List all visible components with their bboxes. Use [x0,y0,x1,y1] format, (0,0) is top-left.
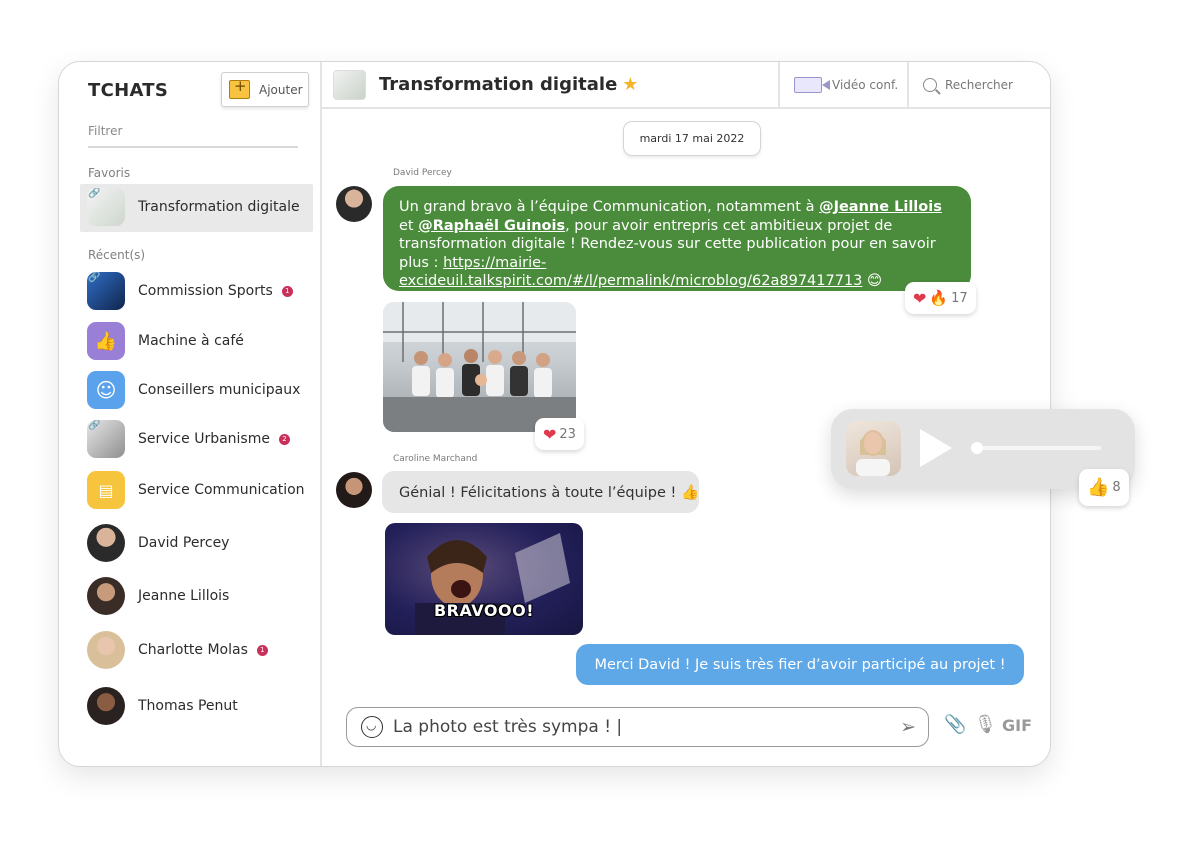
emoji-icon[interactable] [361,716,383,738]
link-icon: 🔗 [88,272,101,283]
permalink-link[interactable]: https://mairie-excideuil.talkspirit.com/… [399,255,862,290]
sidebar-item-jeanne-lillois[interactable]: Jeanne Lillois [87,577,229,615]
thumbs-up-icon: 👍 [1087,477,1110,498]
unread-badge: 1 [256,644,268,656]
avatar [87,631,125,669]
send-icon[interactable]: ➢ [900,716,916,738]
sidebar-item-label: Jeanne Lillois [138,588,230,604]
unread-badge: 2 [278,433,290,445]
reaction-pill[interactable]: ❤ 23 [535,418,584,450]
sidebar-item-label: Machine à café [138,333,244,349]
mention-link[interactable]: @Jeanne Lillois [819,199,942,215]
sidebar-item-david-percey[interactable]: David Percey [87,524,229,562]
sidebar-item-machine-a-cafe[interactable]: 👍 Machine à café [87,322,244,360]
conversation-header: Transformation digitale ★ Vidéo conf. Rec… [322,62,1050,109]
channel-thumbnail: 🔗 [87,188,125,226]
fire-icon: 🔥 [929,289,949,307]
sidebar-item-service-urbanisme[interactable]: 🔗 Service Urbanisme 2 [87,420,290,458]
team-photo-illustration [383,302,576,432]
sidebar-item-label: Service Urbanisme [138,431,270,447]
video-conference-label: Vidéo conf. [832,77,899,92]
video-camera-icon [794,76,822,93]
gif-caption: BRAVOOO! [433,601,534,620]
sidebar-item-label: Service Communication [138,482,305,498]
reaction-count: 23 [559,426,576,442]
heart-icon: ❤ [543,424,557,444]
search-icon [923,77,937,92]
channel-thumbnail [333,70,366,100]
avatar[interactable] [336,186,372,222]
favorites-section-label: Favoris [88,166,131,180]
message-sender: David Percey [393,168,452,178]
recent-section-label: Récent(s) [88,248,146,262]
gif-icon[interactable]: GIF [1002,716,1032,735]
video-conference-button[interactable]: Vidéo conf. [778,62,907,107]
reaction-count: 17 [951,290,968,306]
link-icon: 🔗 [88,188,101,199]
audio-progress-knob[interactable] [971,442,983,454]
reaction-pill[interactable]: 👍 8 [1079,469,1129,506]
sidebar-item-transformation-digitale[interactable]: 🔗 Transformation digitale [80,184,313,232]
sidebar-item-label: Charlotte Molas [138,642,248,658]
message-sender: Caroline Marchand [393,454,478,464]
heart-icon: ❤ [913,288,927,308]
sidebar: TCHATS Ajouter Filtrer Favoris 🔗 Transfo… [59,62,322,766]
filter-input[interactable]: Filtrer [88,124,298,148]
smile-emoji: 😊 [867,273,883,289]
conversation-title: Transformation digitale [379,74,618,95]
play-icon[interactable] [920,429,952,467]
sidebar-item-label: Thomas Penut [138,698,238,714]
reaction-count: 8 [1112,480,1121,495]
sidebar-item-label: Conseillers municipaux [138,382,301,398]
avatar [87,524,125,562]
paperclip-icon[interactable]: 📎 [944,714,966,735]
sidebar-item-thomas-penut[interactable]: Thomas Penut [87,687,238,725]
team-photo[interactable] [383,302,576,432]
sidebar-title: TCHATS [88,80,169,101]
add-chat-icon [229,77,250,99]
link-icon: 🔗 [88,420,101,431]
add-chat-label: Ajouter [259,82,303,97]
chat-bubble-icon: ▤ [87,471,125,509]
mention-link[interactable]: @Raphaël Guinois [418,218,565,234]
message-composer[interactable]: ➢ [346,707,929,747]
sidebar-item-conseillers-municipaux[interactable]: ☺ Conseillers municipaux [87,371,300,409]
audio-sender-avatar [846,421,901,476]
message-bubble: Génial ! Félicitations à toute l’équipe … [382,471,699,513]
sidebar-item-commission-sports[interactable]: 🔗 Commission Sports 1 [87,272,293,310]
sidebar-item-service-communication[interactable]: ▤ Service Communication [87,471,305,509]
channel-thumbnail: 🔗 [87,420,125,458]
search-button[interactable]: Rechercher [907,62,1050,107]
sidebar-item-charlotte-molas[interactable]: Charlotte Molas 1 [87,631,268,669]
star-icon[interactable]: ★ [622,74,638,95]
unread-badge: 1 [281,285,293,297]
reaction-pill[interactable]: ❤ 🔥 17 [905,282,976,314]
thumbs-up-icon: 👍 [87,322,125,360]
smiley-icon: ☺ [87,371,125,409]
message-input[interactable] [393,717,863,737]
avatar [87,577,125,615]
add-chat-button[interactable]: Ajouter [221,72,309,107]
avatar[interactable] [336,472,372,508]
avatar [87,687,125,725]
search-placeholder: Rechercher [945,77,1013,92]
date-separator: mardi 17 mai 2022 [623,121,761,156]
sidebar-item-label: Transformation digitale [138,199,300,215]
channel-thumbnail: 🔗 [87,272,125,310]
sidebar-item-label: David Percey [138,535,230,551]
message-bubble: Merci David ! Je suis très fier d’avoir … [576,644,1024,685]
audio-progress-track[interactable] [973,446,1101,450]
message-bubble: Un grand bravo à l’équipe Communication,… [383,186,971,291]
microphone-icon[interactable]: 🎙 [974,714,997,735]
bravo-gif[interactable]: BRAVOOO! [385,523,583,635]
sidebar-item-label: Commission Sports [138,283,273,299]
